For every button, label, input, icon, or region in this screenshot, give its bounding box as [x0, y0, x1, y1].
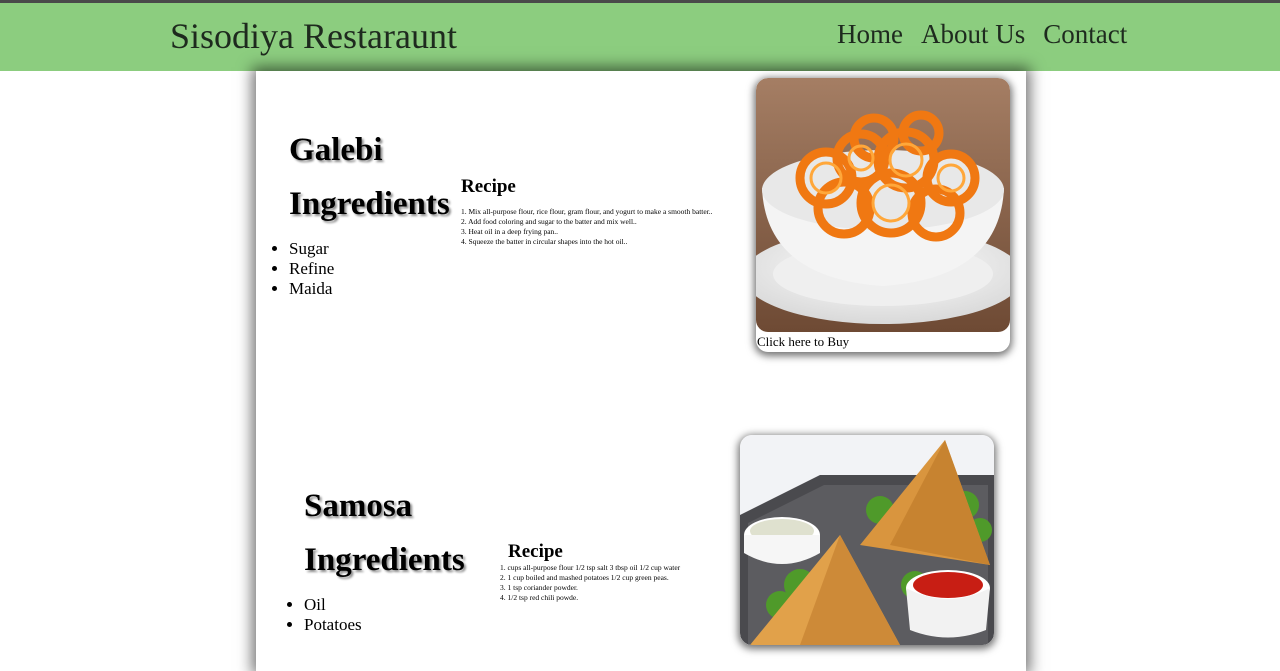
product-card	[740, 435, 994, 645]
ingredients-list: Sugar Refine Maida	[269, 239, 334, 299]
nav-contact[interactable]: Contact	[1043, 19, 1127, 50]
jalebi-photo	[756, 78, 1010, 332]
ingredient-item: Oil	[304, 595, 362, 615]
recipe-step: 3. 1 tsp coriander powder.	[500, 583, 578, 592]
nav-about-us[interactable]: About Us	[921, 19, 1025, 50]
ingredients-heading: Ingredients	[304, 542, 465, 578]
recipe-step: 2. 1 cup boiled and mashed potatoes 1/2 …	[500, 573, 669, 582]
ingredients-list: Oil Potatoes	[284, 595, 362, 635]
ingredients-heading: Ingredients	[289, 186, 450, 222]
recipe-step: 2. Add food coloring and sugar to the ba…	[461, 217, 637, 226]
ingredient-item: Sugar	[289, 239, 334, 259]
recipe-steps: 1. cups all-purpose flour 1/2 tsp salt 3…	[500, 563, 680, 603]
nav-home[interactable]: Home	[837, 19, 903, 50]
content-panel: Galebi Ingredients Sugar Refine Maida Re…	[256, 71, 1026, 671]
recipe-step: 1. Mix all-purpose flour, rice flour, gr…	[461, 207, 713, 216]
samosa-photo	[740, 435, 994, 645]
recipe-step: 3. Heat oil in a deep frying pan..	[461, 227, 559, 236]
recipe-heading: Recipe	[508, 541, 563, 562]
buy-link[interactable]: Click here to Buy	[756, 332, 1010, 352]
dish-title: Galebi	[289, 132, 383, 168]
product-card: Click here to Buy	[756, 78, 1010, 352]
ingredient-item: Maida	[289, 279, 334, 299]
main-nav: Home About Us Contact	[837, 19, 1127, 50]
recipe-steps: 1. Mix all-purpose flour, rice flour, gr…	[461, 207, 713, 247]
dish-title: Samosa	[304, 488, 413, 524]
ingredient-item: Refine	[289, 259, 334, 279]
top-navbar: Sisodiya Restaraunt Home About Us Contac…	[0, 0, 1280, 71]
brand-title[interactable]: Sisodiya Restaraunt	[170, 15, 457, 57]
jalebi-photo-art	[756, 78, 1010, 332]
recipe-step: 1. cups all-purpose flour 1/2 tsp salt 3…	[500, 563, 681, 572]
ingredient-item: Potatoes	[304, 615, 362, 635]
recipe-step: 4. 1/2 tsp red chili powde.	[500, 593, 579, 602]
recipe-step: 4. Squeeze the batter in circular shapes…	[461, 237, 628, 246]
recipe-heading: Recipe	[461, 176, 516, 197]
samosa-photo-art	[740, 435, 994, 645]
